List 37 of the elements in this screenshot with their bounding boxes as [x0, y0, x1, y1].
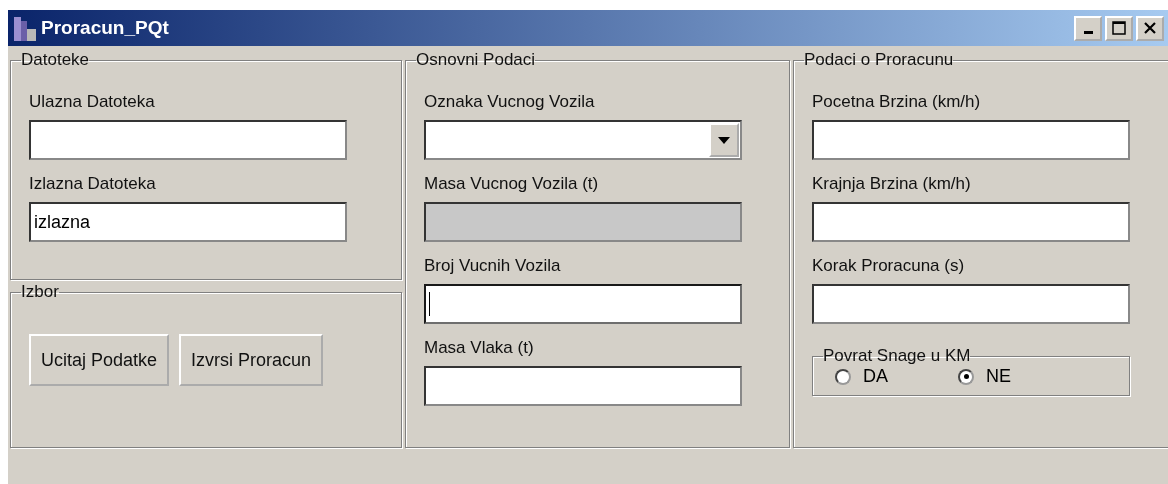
input-field[interactable]: [812, 284, 1130, 324]
group-title: Podaci o Proracunu: [804, 50, 954, 70]
minimize-button[interactable]: [1074, 15, 1102, 41]
group-title: Izbor: [21, 282, 59, 302]
action-button[interactable]: Ucitaj Podatke: [29, 334, 170, 386]
input-field[interactable]: [424, 366, 742, 406]
field-label: Korak Proracuna (s): [812, 256, 966, 276]
radio-icon[interactable]: [958, 368, 974, 385]
radio-option[interactable]: NE: [958, 366, 1012, 387]
input-field[interactable]: izlazna: [29, 202, 347, 242]
radio-icon[interactable]: [835, 368, 851, 385]
close-button[interactable]: [1136, 15, 1164, 41]
maximize-icon: [1112, 21, 1126, 35]
radio-option[interactable]: DA: [835, 366, 888, 387]
window-title: Proracun_PQt: [41, 17, 170, 39]
combo-box[interactable]: [424, 120, 742, 160]
dropdown-icon[interactable]: [709, 123, 739, 157]
group-title: Povrat Snage u KM: [823, 346, 971, 366]
minimize-icon: [1083, 31, 1093, 34]
field-label: Pocetna Brzina (km/h): [812, 92, 982, 112]
field-label: Krajnja Brzina (km/h): [812, 174, 972, 194]
group-title: Datoteke: [21, 50, 90, 70]
app-icon: [12, 15, 38, 41]
field-label: Izlazna Datoteka: [29, 174, 157, 194]
input-field[interactable]: [812, 202, 1130, 242]
field-label: Masa Vlaka (t): [424, 338, 535, 358]
action-button[interactable]: Izvrsi Proracun: [179, 334, 324, 386]
field-label: Oznaka Vucnog Vozila: [424, 92, 596, 112]
field-label: Broj Vucnih Vozila: [424, 256, 562, 276]
input-field[interactable]: [424, 284, 742, 324]
input-field[interactable]: [29, 120, 347, 160]
field-label: Ulazna Datoteka: [29, 92, 156, 112]
input-field[interactable]: [812, 120, 1130, 160]
close-icon: [1143, 21, 1157, 35]
group-title: Osnovni Podaci: [416, 50, 536, 70]
maximize-button[interactable]: [1105, 15, 1133, 41]
field-label: Masa Vucnog Vozila (t): [424, 174, 600, 194]
